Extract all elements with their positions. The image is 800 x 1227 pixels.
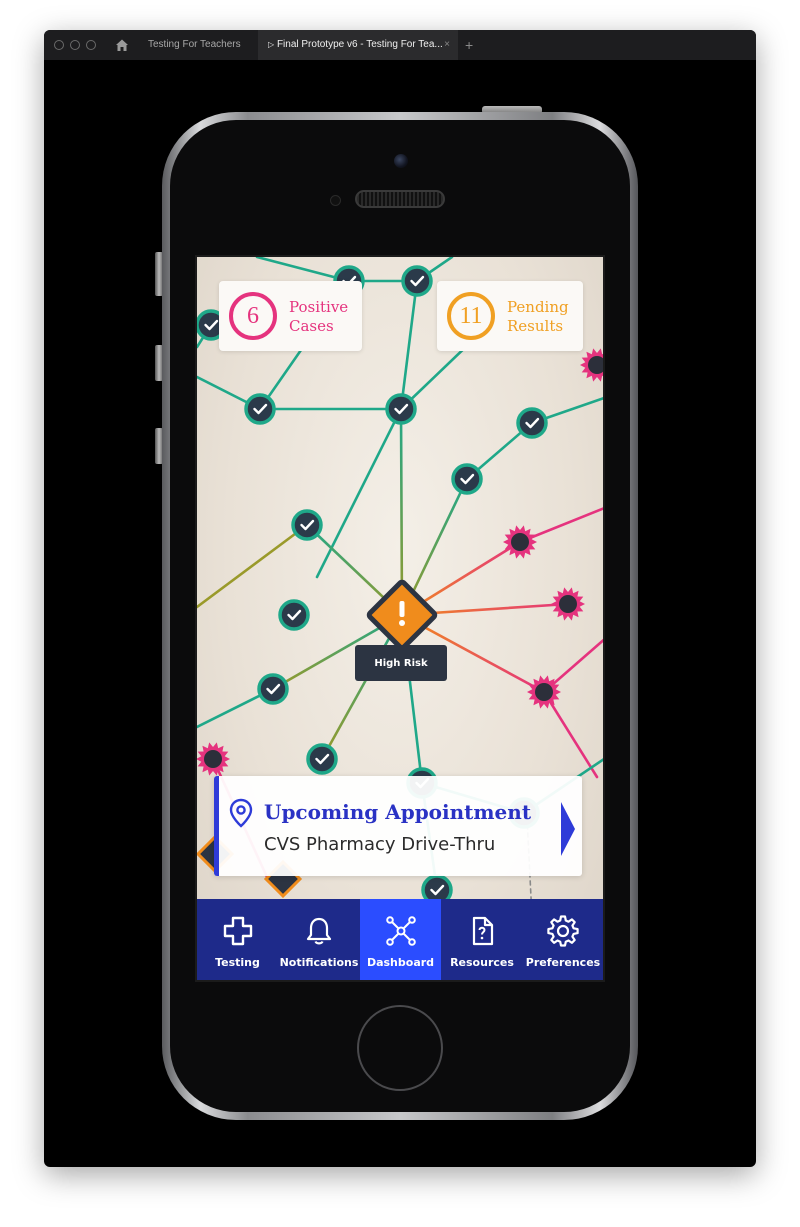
tab-resources-label: Resources [450,956,514,969]
window-zoom-button[interactable] [86,40,96,50]
window-minimize-button[interactable] [70,40,80,50]
bottom-tab-bar: Testing Notifications Dashboard Resource… [197,899,603,980]
chevron-right-icon[interactable] [561,802,575,856]
front-camera [394,154,408,168]
positive-contact-node[interactable] [551,587,585,621]
negative-contact-node[interactable] [306,743,338,775]
tab-testing-for-teachers[interactable]: Testing For Teachers [148,30,248,60]
pending-results-label: Pending Results [507,298,569,336]
positive-contact-node[interactable] [197,742,230,776]
tab-preferences-label: Preferences [525,956,601,969]
negative-contact-node[interactable] [291,509,323,541]
play-icon: ▷ [268,40,275,49]
positive-cases-card[interactable]: 6 Positive Cases [219,281,362,351]
negative-contact-node[interactable] [516,407,548,439]
positive-cases-label: Positive Cases [289,298,348,336]
appointment-title: Upcoming Appointment [264,800,532,824]
pending-label-line2: Results [507,317,564,335]
tab-label: Final Prototype v6 - Testing For Tea... [276,39,443,50]
window-close-button[interactable] [54,40,64,50]
negative-contact-node[interactable] [451,463,483,495]
tab-preferences[interactable]: Preferences [523,899,603,980]
tab-dashboard-label: Dashboard [366,956,435,969]
negative-contact-node[interactable] [278,599,310,631]
proximity-sensor [330,195,341,206]
high-risk-badge[interactable]: High Risk [355,645,447,681]
appointment-location: CVS Pharmacy Drive-Thru [264,834,496,855]
app-screen: 6 Positive Cases 11 Pending Results High… [195,255,605,982]
negative-contact-node[interactable] [401,265,433,297]
appointment-accent-bar [214,776,219,876]
tab-notifications-label: Notifications [279,956,359,969]
browser-tab-bar: Testing For Teachers ▷ Final Prototype v… [44,30,756,61]
upcoming-appointment-card[interactable]: Upcoming Appointment CVS Pharmacy Drive-… [214,776,582,876]
document-question-icon [472,916,494,946]
network-icon [385,916,416,946]
negative-contact-node[interactable] [244,393,276,425]
positive-contact-node[interactable] [580,348,605,382]
new-tab-icon[interactable]: + [465,30,473,60]
earpiece-speaker [355,190,445,208]
tab-dashboard[interactable]: Dashboard [360,899,441,980]
negative-contact-node[interactable] [385,393,417,425]
home-icon[interactable] [114,37,130,53]
positive-count-badge: 6 [229,292,277,340]
tab-testing-label: Testing [215,956,260,969]
pending-label-line1: Pending [507,298,569,316]
pending-results-card[interactable]: 11 Pending Results [437,281,583,351]
bell-icon [306,917,332,945]
tab-final-prototype[interactable]: ▷ Final Prototype v6 - Testing For Tea..… [258,30,458,60]
tab-label: Testing For Teachers [148,39,241,50]
positive-contact-node[interactable] [503,525,537,559]
phone-home-button[interactable] [357,1005,443,1091]
gear-icon [547,915,579,947]
location-pin-icon [229,798,253,828]
tab-notifications[interactable]: Notifications [278,899,360,980]
negative-contact-node[interactable] [257,673,289,705]
pending-count-badge: 11 [447,292,495,340]
positive-label-line2: Cases [289,317,334,335]
tab-resources[interactable]: Resources [441,899,523,980]
positive-label-line1: Positive [289,298,349,316]
tab-close-icon[interactable]: × [444,30,450,60]
tab-testing[interactable]: Testing [197,899,278,980]
medical-cross-icon [223,916,252,946]
